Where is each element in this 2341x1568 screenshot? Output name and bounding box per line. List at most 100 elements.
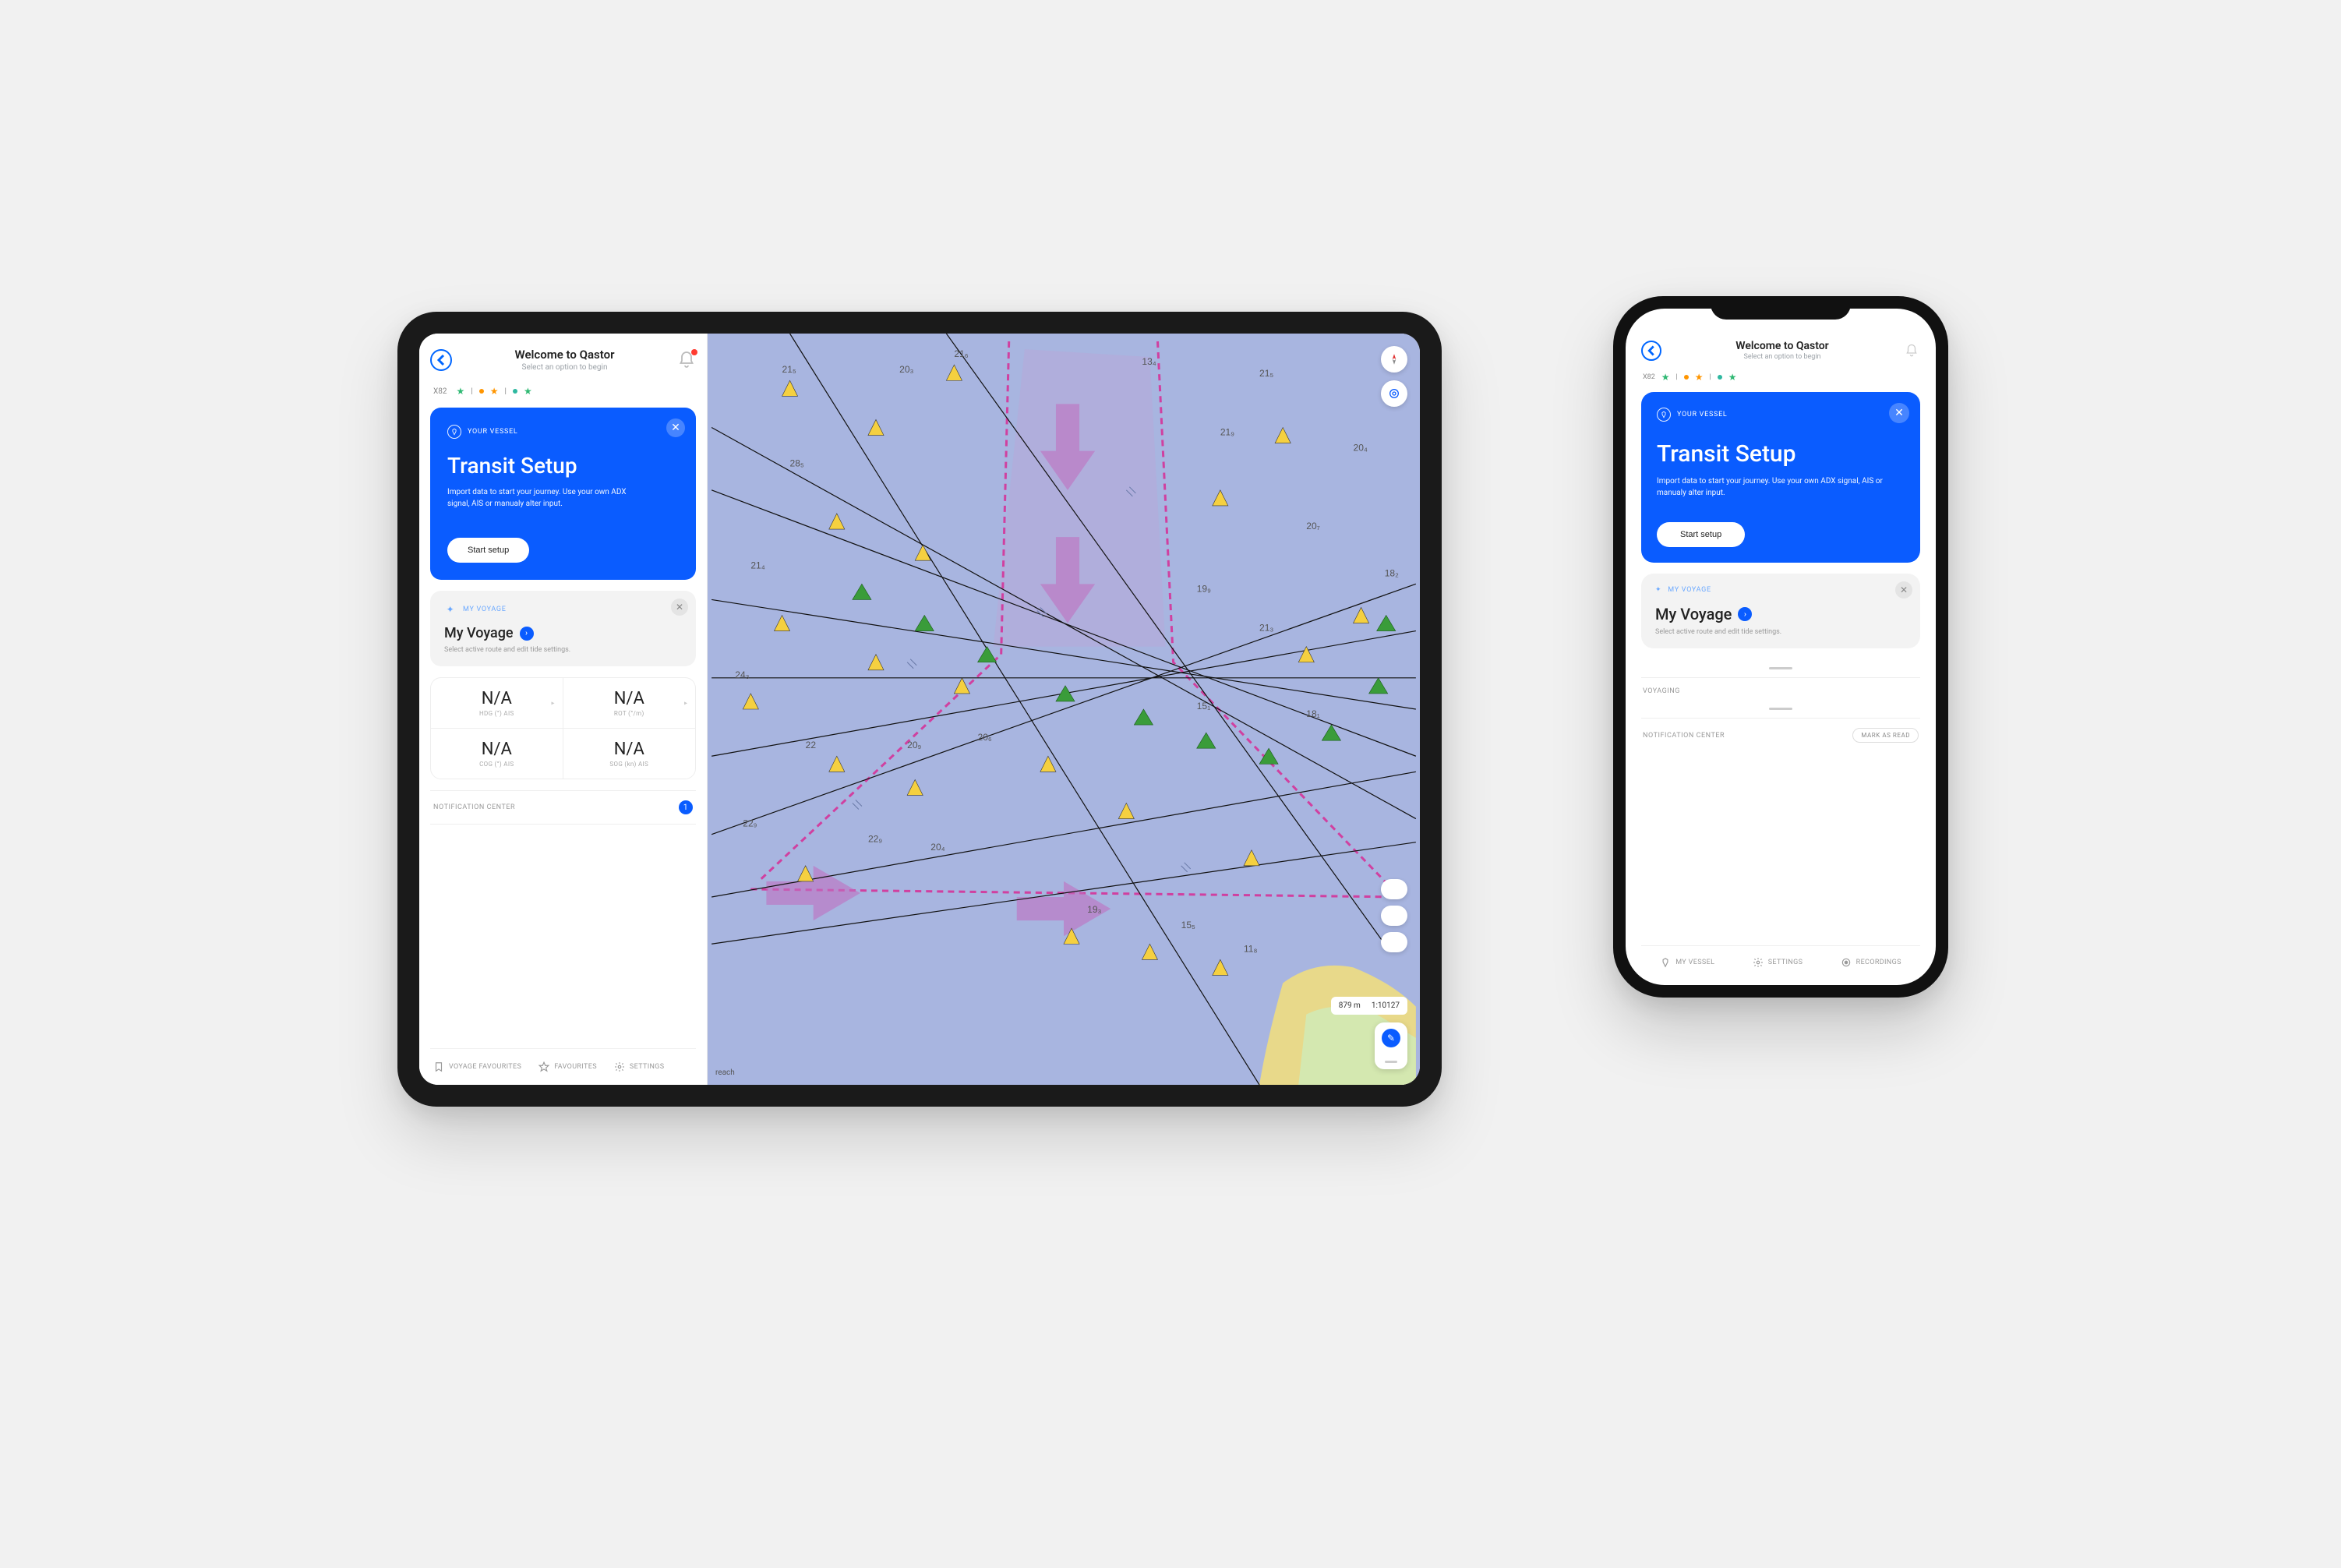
svg-text:22₉: 22₉ [743,818,757,829]
metric-sog: N/A SOG (kn) AIS [563,729,696,779]
metric-hdg: N/A HDG (°) AIS ▸ [431,678,563,729]
voyage-card-sub: Select active route and edit tide settin… [444,646,682,654]
nautical-chart-map[interactable]: 21₅20₃21₆13₄21₅ 28₅21₉ 21₄20₇20₄18₂ 24₃1… [708,334,1420,1085]
drag-handle-icon[interactable] [1769,667,1792,669]
svg-text:20₉: 20₉ [907,740,921,750]
svg-text:19₃: 19₃ [1087,904,1101,915]
nav-settings[interactable]: SETTINGS [614,1061,665,1072]
page-subtitle: Select an option to begin [460,363,669,372]
chart-canvas: 21₅20₃21₆13₄21₅ 28₅21₉ 21₄20₇20₄18₂ 24₃1… [708,334,1420,1085]
map-side-controls [1381,879,1407,952]
notif-label: NOTIFICATION CENTER [433,803,515,811]
card-badge-text: YOUR VESSEL [1677,411,1728,418]
status-dot-icon [1718,375,1722,380]
status-star-icon: ★ [1695,372,1704,383]
svg-text:21₃: 21₃ [1259,623,1273,634]
vessel-card-desc: Import data to start your journey. Use y… [447,486,650,510]
vessel-card: ✕ YOUR VESSEL Transit Setup Import data … [430,408,696,580]
svg-text:11₈: 11₈ [1244,943,1258,954]
map-control-pill[interactable] [1381,906,1407,926]
map-scale-indicator: 879 m 1:10127 [1331,997,1407,1015]
close-button[interactable]: ✕ [1895,581,1912,599]
map-control-pill[interactable] [1381,879,1407,899]
bookmark-icon [433,1061,444,1072]
vessel-icon [1657,408,1671,422]
header-title-block: Welcome to Qastor Select an option to be… [460,348,669,372]
phone-bottom-nav: MY VESSEL SETTINGS RECORDINGS [1641,945,1920,985]
status-star-icon: ★ [1728,372,1737,383]
map-edit-fab[interactable]: ✎ [1375,1022,1407,1069]
tablet-frame: Welcome to Qastor Select an option to be… [397,312,1442,1107]
voyage-icon: ✦ [1655,586,1661,594]
nav-recordings[interactable]: RECORDINGS [1841,957,1901,968]
svg-text:20₃: 20₃ [899,364,913,375]
svg-text:18₁: 18₁ [1306,708,1319,719]
start-setup-button[interactable]: Start setup [1657,522,1745,547]
svg-text:20₄: 20₄ [930,842,945,853]
svg-text:19₉: 19₉ [1197,583,1211,594]
svg-text:21₉: 21₉ [1220,427,1234,438]
metric-label: SOG (kn) AIS [577,761,682,768]
voyaging-section-row[interactable]: VOYAGING [1641,677,1920,705]
close-button[interactable]: ✕ [666,418,685,437]
voyage-card-sub: Select active route and edit tide settin… [1655,628,1906,636]
notification-center-row[interactable]: NOTIFICATION CENTER MARK AS READ [1641,718,1920,752]
voyage-card-title: My Voyage › [1655,605,1906,623]
notifications-button[interactable] [677,351,696,369]
svg-text:21₅: 21₅ [782,364,796,375]
status-dot-icon [1684,375,1689,380]
header-title-block: Welcome to Qastor Select an option to be… [1669,340,1895,361]
close-button[interactable]: ✕ [671,599,688,616]
nav-my-vessel[interactable]: MY VESSEL [1660,957,1714,968]
center-button[interactable] [1381,380,1407,407]
card-badge-text: YOUR VESSEL [468,428,518,436]
nav-settings[interactable]: SETTINGS [1753,957,1803,968]
svg-text:21₅: 21₅ [1259,368,1273,379]
map-controls-top-right [1381,346,1407,407]
compass-button[interactable] [1381,346,1407,373]
phone-frame: Welcome to Qastor Select an option to be… [1613,296,1948,998]
svg-text:28₅: 28₅ [790,458,804,469]
svg-text:18₂: 18₂ [1385,567,1399,578]
drag-handle-icon[interactable] [1769,708,1792,710]
notifications-button[interactable] [1903,342,1920,359]
map-control-pill[interactable] [1381,932,1407,952]
vessel-card: ✕ YOUR VESSEL Transit Setup Import data … [1641,392,1920,563]
svg-text:15₅: 15₅ [1181,920,1195,931]
chevron-right-icon: › [520,627,534,641]
metric-label: COG (°) AIS [445,761,549,768]
back-button[interactable] [1641,341,1661,361]
svg-text:20₇: 20₇ [1306,521,1320,531]
status-dot-icon [479,389,484,394]
nav-voyage-favourites[interactable]: VOYAGE FAVOURITES [433,1061,521,1072]
drag-handle-icon [1385,1061,1397,1063]
star-icon [538,1061,549,1072]
metric-value: N/A [445,740,549,759]
svg-text:20₄: 20₄ [1354,443,1368,454]
nav-label: MY VESSEL [1675,959,1714,966]
phone-header: Welcome to Qastor Select an option to be… [1641,340,1920,367]
voyage-card-title: My Voyage › [444,625,682,641]
card-badge: ✦ MY VOYAGE [1655,586,1906,594]
chevron-icon: ▸ [684,700,687,707]
pencil-icon: ✎ [1382,1029,1400,1047]
gear-icon [1753,957,1764,968]
mark-as-read-button[interactable]: MARK AS READ [1852,728,1919,743]
notification-center-row[interactable]: NOTIFICATION CENTER 1 [430,790,696,825]
vessel-icon [1660,957,1671,968]
nav-favourites[interactable]: FAVOURITES [538,1061,597,1072]
card-badge: YOUR VESSEL [1657,408,1905,422]
metric-rot: N/A ROT (°/m) ▸ [563,678,696,729]
voyage-card[interactable]: ✕ ✦ MY VOYAGE My Voyage › Select active … [1641,574,1920,648]
card-badge: ✦ MY VOYAGE [444,603,682,616]
status-star-icon: ★ [524,386,532,397]
status-label: X82 [1643,373,1655,381]
start-setup-button[interactable]: Start setup [447,538,529,563]
voyage-card[interactable]: ✕ ✦ MY VOYAGE My Voyage › Select active … [430,591,696,666]
close-button[interactable]: ✕ [1889,403,1909,423]
chevron-icon: ▸ [551,700,554,707]
back-button[interactable] [430,349,452,371]
nav-label: SETTINGS [630,1063,665,1071]
svg-text:21₆: 21₆ [954,348,968,359]
svg-text:22: 22 [806,740,817,750]
